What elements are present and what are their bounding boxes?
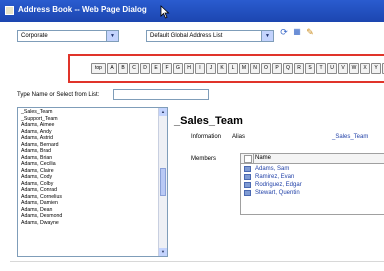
member-row[interactable]: Ramirez, Evan [241, 173, 384, 181]
alphabet-button-g[interactable]: G [173, 63, 183, 74]
alphabet-button-l[interactable]: L [228, 63, 238, 74]
name-list-item-label: Adams, Brian [21, 154, 53, 161]
name-list-item-label: Adams, Cornelius [21, 193, 62, 200]
alphabet-button-v[interactable]: V [338, 63, 348, 74]
alphabet-button-n[interactable]: N [250, 63, 260, 74]
member-row[interactable]: Stewart, Quentin [241, 189, 384, 197]
scroll-up-icon[interactable]: ▲ [159, 108, 167, 116]
name-list-item-label: Adams, Bernard [21, 141, 59, 148]
information-label: Information [191, 134, 222, 140]
alias-value: _Sales_Team [332, 134, 369, 140]
contact-card-icon [244, 166, 251, 172]
alphabet-button-s[interactable]: S [305, 63, 315, 74]
alphabet-button-f[interactable]: F [162, 63, 172, 74]
address-book-select-value: Corporate [21, 33, 48, 39]
view-icon[interactable]: ▦ [292, 27, 302, 37]
alphabet-button-j[interactable]: J [206, 63, 216, 74]
alphabet-button-i[interactable]: I [195, 63, 205, 74]
name-list-item-label: Adams, Cody [21, 174, 53, 180]
refresh-icon[interactable]: ⟳ [279, 27, 289, 37]
chevron-down-icon[interactable]: ▼ [261, 31, 273, 41]
members-label: Members [191, 156, 217, 162]
name-list-item-label: Adams, Dwayne [21, 219, 59, 226]
alphabet-button-m[interactable]: M [239, 63, 249, 74]
alphabet-button-t[interactable]: T [316, 63, 326, 74]
alphabet-button-y[interactable]: Y [371, 63, 381, 74]
window-title: Address Book -- Web Page Dialog [18, 5, 147, 14]
column-divider [253, 154, 254, 163]
name-list-item-label: Adams, Brad [21, 148, 51, 154]
name-list[interactable]: _Sales_Team _Support_Team Adams, Aimee Adam… [17, 107, 168, 257]
search-input[interactable] [113, 89, 209, 100]
alphabet-button-k[interactable]: K [217, 63, 227, 74]
name-list-item-label: _Sales_Team [21, 109, 53, 115]
alphabet-button-w[interactable]: W [349, 63, 359, 74]
address-book-select[interactable]: Corporate ▼ [17, 30, 119, 42]
name-list-item-label: Adams, Damien [21, 200, 58, 206]
alphabet-filter-bar: topABCDEFGHIJKLMNOPQRSTUVWXYZ [68, 54, 384, 83]
alphabet-button-a[interactable]: A [107, 63, 117, 74]
alphabet-button-p[interactable]: P [272, 63, 282, 74]
contact-card-icon [244, 182, 251, 188]
name-list-item-label: Adams, Andy [21, 128, 52, 135]
members-header[interactable]: Name [241, 154, 384, 164]
alphabet-button-r[interactable]: R [294, 63, 304, 74]
details-heading: _Sales_Team [174, 115, 243, 127]
name-list-item-label: Adams, Dean [21, 206, 53, 213]
alphabet-buttons: topABCDEFGHIJKLMNOPQRSTUVWXYZ [91, 63, 384, 74]
name-list-item-label: Adams, Desmond [21, 213, 63, 219]
scroll-down-icon[interactable]: ▼ [159, 248, 167, 256]
members-header-label: Name [255, 155, 272, 161]
alphabet-button-q[interactable]: Q [283, 63, 293, 74]
contact-card-icon [244, 190, 251, 196]
name-list-scrollbar[interactable]: ▲ ▼ [158, 108, 167, 256]
members-list[interactable]: Name Adams, Sam Ramirez, Evan Rodriguez, E… [240, 153, 384, 215]
title-bar: Address Book -- Web Page Dialog [0, 0, 384, 22]
name-list-item-label: _Support_Team [21, 115, 58, 122]
name-list-item-label: Adams, Astrid [21, 135, 54, 141]
member-name: Stewart, Quentin [255, 190, 300, 196]
options-icon[interactable]: ✎ [305, 27, 315, 37]
alphabet-button-h[interactable]: H [184, 63, 194, 74]
scroll-thumb[interactable] [160, 168, 166, 196]
alphabet-button-top[interactable]: top [91, 63, 106, 74]
name-list-item[interactable]: Adams, Dwayne [21, 220, 167, 227]
member-name: Rodriguez, Edgar [255, 182, 302, 188]
member-row[interactable]: Adams, Sam [241, 165, 384, 173]
alphabet-button-d[interactable]: D [140, 63, 150, 74]
alphabet-button-o[interactable]: O [261, 63, 271, 74]
member-row[interactable]: Rodriguez, Edgar [241, 181, 384, 189]
alphabet-button-b[interactable]: B [118, 63, 128, 74]
name-list-item-label: Adams, Conrad [21, 187, 58, 193]
address-book-icon [5, 6, 14, 15]
toolbar: Corporate ▼ Default Global Address List … [0, 22, 384, 48]
address-list-select-value: Default Global Address List [150, 33, 223, 39]
member-name: Adams, Sam [255, 166, 290, 172]
mouse-cursor-icon [160, 5, 170, 19]
alphabet-button-x[interactable]: X [360, 63, 370, 74]
name-list-item-label: Adams, Aimee [21, 122, 55, 128]
details-panel: _Sales_Team Information Alias _Sales_Tea… [172, 107, 384, 257]
address-list-select[interactable]: Default Global Address List ▼ [146, 30, 274, 42]
name-list-item-label: Adams, Colby [21, 180, 54, 187]
alphabet-button-e[interactable]: E [151, 63, 161, 74]
alphabet-button-c[interactable]: C [129, 63, 139, 74]
search-label: Type Name or Select from List: [17, 92, 100, 98]
alias-label: Alias [232, 134, 246, 140]
chevron-down-icon[interactable]: ▼ [106, 31, 118, 41]
name-list-item-label: Adams, Cecilia [21, 161, 56, 167]
select-all-checkbox[interactable] [244, 155, 252, 163]
member-name: Ramirez, Evan [255, 174, 295, 180]
name-list-item-label: Adams, Claire [21, 167, 54, 174]
contact-card-icon [244, 174, 251, 180]
divider [10, 261, 384, 262]
alphabet-button-u[interactable]: U [327, 63, 337, 74]
